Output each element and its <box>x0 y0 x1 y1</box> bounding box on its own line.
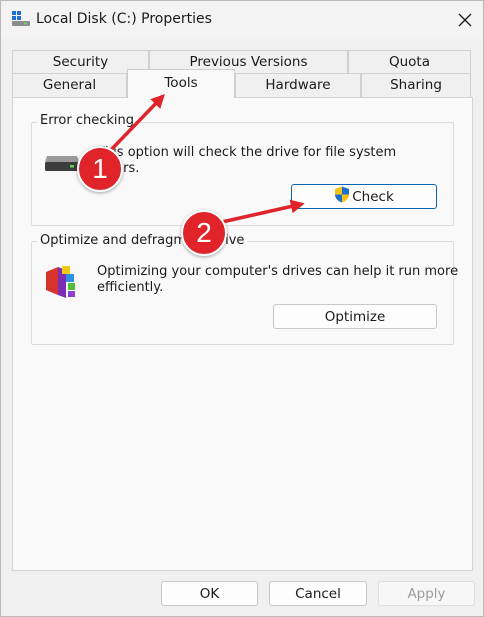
error-checking-desc-line1: This option will check the drive for fil… <box>97 145 397 160</box>
optimize-button[interactable]: Optimize <box>273 304 437 329</box>
optimize-label: Optimize and defragment drive <box>37 233 248 248</box>
window-title: Local Disk (C:) Properties <box>36 11 212 27</box>
tab-hardware[interactable]: Hardware <box>235 73 361 97</box>
error-checking-description: This option will check the drive for fil… <box>97 145 396 177</box>
tools-panel: Error checking This option will check th… <box>12 97 473 571</box>
optimize-desc-line2: efficiently. <box>97 280 164 295</box>
uac-shield-icon <box>334 186 350 207</box>
tab-sharing[interactable]: Sharing <box>361 73 471 97</box>
close-button[interactable] <box>447 1 483 39</box>
optimize-desc-line1: Optimizing your computer's drives can he… <box>97 264 459 279</box>
defragment-icon <box>42 262 80 300</box>
cancel-button[interactable]: Cancel <box>269 581 367 606</box>
optimize-description: Optimizing your computer's drives can he… <box>97 264 458 296</box>
check-button-label: Check <box>352 188 394 205</box>
check-button[interactable]: Check <box>291 184 437 209</box>
close-icon <box>458 13 472 27</box>
tab-general[interactable]: General <box>12 73 127 97</box>
error-checking-desc-line2: errors. <box>97 161 140 176</box>
error-checking-label: Error checking <box>37 113 137 128</box>
hard-drive-icon <box>44 153 80 173</box>
tab-quota[interactable]: Quota <box>348 50 471 74</box>
drive-icon <box>12 11 30 27</box>
tab-tools[interactable]: Tools <box>127 69 235 98</box>
ok-button[interactable]: OK <box>161 581 258 606</box>
apply-button: Apply <box>378 581 475 606</box>
title-bar: Local Disk (C:) Properties <box>1 1 483 39</box>
properties-window: Local Disk (C:) Properties Security Prev… <box>0 0 484 617</box>
